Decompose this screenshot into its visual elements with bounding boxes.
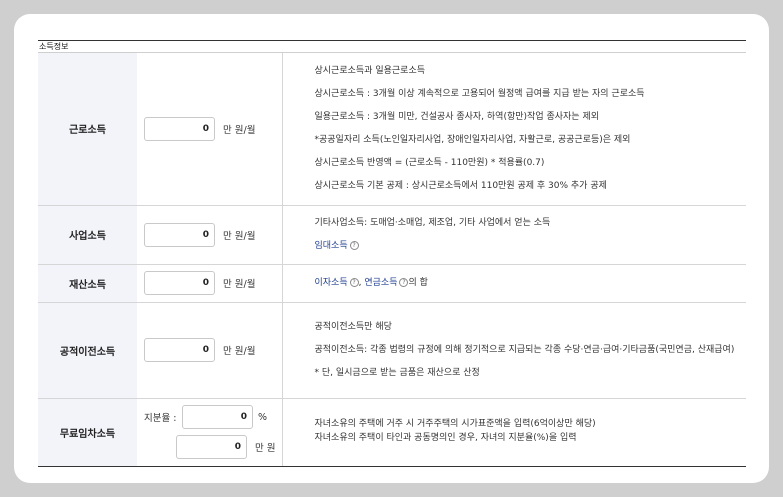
row-business-income: 사업소득 만 원/월 기타사업소득: 도매업·소매업, 제조업, 기타 사업에서… xyxy=(38,205,747,265)
earned-desc-line: 상시근로소득 반영액 = (근로소득 - 110만원) * 적용률(0.7) xyxy=(314,158,545,169)
transfer-income-unit: 만 원/월 xyxy=(223,346,256,357)
property-income-desc: 이자소득?, 연금소득? 의 합 xyxy=(282,264,747,303)
income-table: 근로소득 만 원/월 상시근로소득과 일용근로소득 상시근로소득 : 3개월 이… xyxy=(38,53,746,467)
property-desc-suffix: 의 합 xyxy=(408,278,428,288)
row-transfer-income: 공적이전소득 만 원/월 공적이전소득만 해당 공적이전소득: 각종 법령의 규… xyxy=(38,302,746,399)
rental-income-line: 임대소득? xyxy=(315,240,747,252)
share-label: 지분율 : xyxy=(144,413,177,424)
pension-income-link[interactable]: 연금소득 xyxy=(364,278,397,288)
share-row: 지분율 : % xyxy=(144,405,282,429)
share-unit: % xyxy=(258,411,268,423)
rental-income-link[interactable]: 임대소득 xyxy=(315,241,348,251)
label-business-income: 사업소득 xyxy=(38,205,137,265)
earned-desc-line: 상시근로소득 : 3개월 이상 계속적으로 고용되어 월정액 급여를 지급 받는… xyxy=(314,89,645,100)
business-income-unit: 만 원/월 xyxy=(223,230,256,242)
share-ratio-input[interactable] xyxy=(182,405,253,429)
help-icon[interactable]: ? xyxy=(349,241,359,250)
label-earned-income: 근로소득 xyxy=(38,53,137,206)
earned-desc-line: *공공일자리 소득(노인일자리사업, 장애인일자리사업, 자활근로, 공공근로등… xyxy=(314,135,631,146)
transfer-desc-line: * 단, 일시금으로 받는 금품은 재산으로 산정 xyxy=(314,368,480,378)
cell-transfer-income-input: 만 원/월 xyxy=(137,302,283,399)
row-property-income: 재산소득 만 원/월 이자소득?, 연금소득?의 합 xyxy=(38,264,747,303)
row-earned-income: 근로소득 만 원/월 상시근로소득과 일용근로소득 상시근로소득 : 3개월 이… xyxy=(38,53,746,206)
rent-free-amount-input[interactable] xyxy=(176,435,247,459)
earned-desc-line: 일용근로소득 : 3개월 미만, 건설공사 종사자, 하역(항만)작업 종사자는… xyxy=(314,112,600,123)
cell-property-income-input: 만 원/월 xyxy=(137,264,283,303)
rent-free-desc: 자녀소유의 주택에 거주 시 거주주택의 시가표준액을 입력(6억이상만 해당)… xyxy=(282,398,746,467)
cell-business-income-input: 만 원/월 xyxy=(137,205,283,265)
transfer-desc-line: 공적이전소득: 각종 법령의 규정에 의해 정기적으로 지급되는 각종 수당·연… xyxy=(314,345,735,355)
earned-income-input[interactable] xyxy=(144,116,215,141)
row-rent-free-income: 무료임차소득 지분율 : % 만 원 자녀소유의 주택에 거주 시 거주주택의 … xyxy=(38,398,746,467)
earned-income-unit: 만 원/월 xyxy=(223,124,256,136)
help-icon[interactable]: ? xyxy=(349,278,359,287)
label-transfer-income: 공적이전소득 xyxy=(38,302,137,399)
cell-earned-income-input: 만 원/월 xyxy=(137,53,283,206)
label-property-income: 재산소득 xyxy=(38,264,137,303)
business-income-input[interactable] xyxy=(144,222,215,247)
business-desc-line: 기타사업소득: 도매업·소매업, 제조업, 기타 사업에서 얻는 소득 xyxy=(314,218,551,228)
transfer-income-input[interactable] xyxy=(144,338,215,362)
interest-income-link[interactable]: 이자소득 xyxy=(315,278,348,288)
rent-free-desc-line: 자녀소유의 주택이 타인과 공동명의인 경우, 자녀의 지분율(%)을 입력 xyxy=(314,433,577,443)
rent-free-amount-row: 만 원 xyxy=(144,435,282,459)
property-desc-line: 이자소득?, 연금소득? 의 합 xyxy=(315,277,747,289)
property-income-unit: 만 원/월 xyxy=(223,279,256,290)
section-title: 소득정보 xyxy=(38,40,746,53)
cell-rent-free-input: 지분율 : % 만 원 xyxy=(137,398,283,467)
earned-desc-line: 상시근로소득과 일용근로소득 xyxy=(314,66,426,77)
rent-free-amount-unit: 만 원 xyxy=(255,443,276,454)
rent-free-desc-line: 자녀소유의 주택에 거주 시 거주주택의 시가표준액을 입력(6억이상만 해당) xyxy=(314,419,596,429)
label-rent-free-income: 무료임차소득 xyxy=(38,398,137,467)
transfer-desc-line: 공적이전소득만 해당 xyxy=(314,322,392,332)
business-income-desc: 기타사업소득: 도매업·소매업, 제조업, 기타 사업에서 얻는 소득 임대소득… xyxy=(282,205,747,265)
transfer-income-desc: 공적이전소득만 해당 공적이전소득: 각종 법령의 규정에 의해 정기적으로 지… xyxy=(282,302,746,399)
earned-desc-line: 상시근로소득 기본 공제 : 상시근로소득에서 110만원 공제 후 30% 추… xyxy=(314,181,607,192)
property-income-input[interactable] xyxy=(144,271,215,295)
earned-income-desc: 상시근로소득과 일용근로소득 상시근로소득 : 3개월 이상 계속적으로 고용되… xyxy=(282,53,746,206)
